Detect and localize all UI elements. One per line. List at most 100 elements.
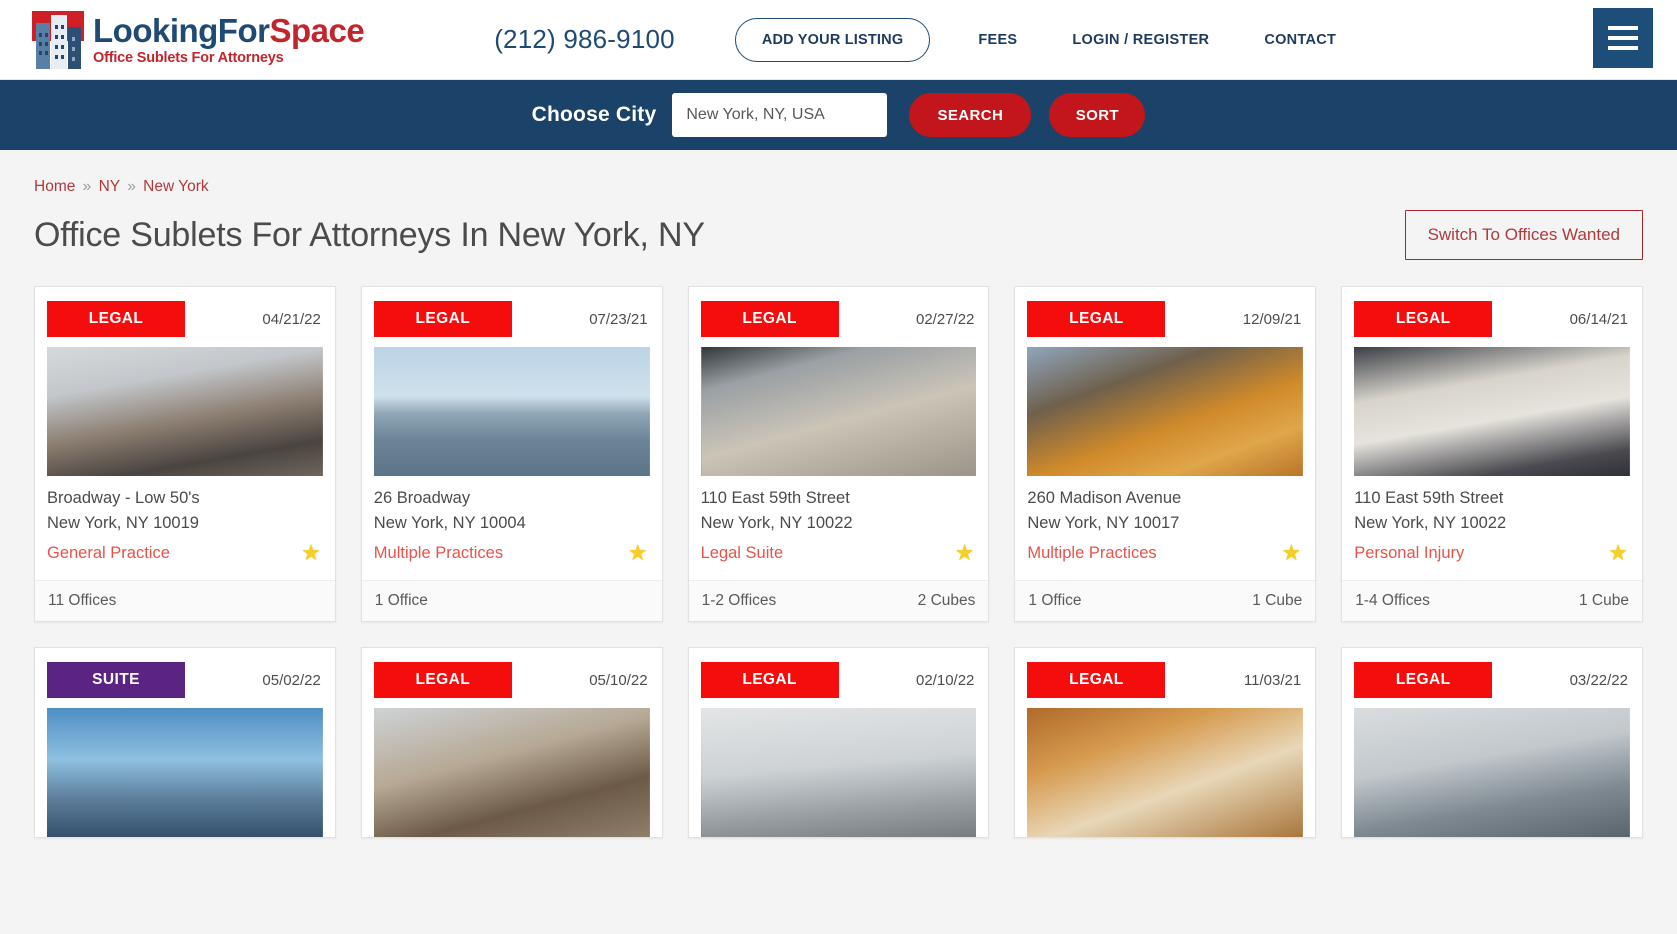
listing-card[interactable]: LEGAL 05/10/22 <box>360 647 663 839</box>
building-logo-icon <box>32 10 84 69</box>
listing-practice-type: Legal Suite <box>700 543 784 562</box>
page-title: Office Sublets For Attorneys In New York… <box>34 215 705 254</box>
listing-photo[interactable] <box>47 708 323 838</box>
page-header-row: Office Sublets For Attorneys In New York… <box>34 210 1643 260</box>
listing-details: 260 Madison Avenue New York, NY 10017 Mult… <box>1015 476 1315 568</box>
listing-footer: 1-4 Offices 1 Cube <box>1342 580 1642 622</box>
listing-date: 05/10/22 <box>589 671 648 689</box>
listing-practice-row: General Practice ★ <box>47 542 323 564</box>
header-phone-number[interactable]: (212) 986-9100 <box>494 24 675 55</box>
listing-card-header: LEGAL 04/21/22 <box>35 287 335 347</box>
hamburger-menu-icon[interactable] <box>1593 8 1653 68</box>
listing-badge: LEGAL <box>1354 301 1493 337</box>
listing-photo[interactable] <box>700 347 977 476</box>
breadcrumb-separator: » <box>82 178 92 195</box>
nav-item-fees[interactable]: FEES <box>978 32 1017 48</box>
logo-word-primary: LookingFor <box>93 11 270 49</box>
listing-details: Broadway - Low 50's New York, NY 10019 Gen… <box>35 476 335 568</box>
listing-address-line2: New York, NY 10022 <box>700 514 853 533</box>
listing-date: 05/02/22 <box>262 671 321 689</box>
listing-card[interactable]: LEGAL 02/27/22 110 East 59th Street New Yor… <box>687 286 990 623</box>
listing-address-line1: 26 Broadway <box>373 489 471 507</box>
featured-star-icon: ★ <box>1281 540 1302 566</box>
header-nav: FEES LOGIN / REGISTER CONTACT <box>978 32 1391 48</box>
site-logo[interactable]: LookingForSpace Office Sublets For Attor… <box>0 10 365 69</box>
listing-photo[interactable] <box>373 347 650 476</box>
listing-practice-type: Personal Injury <box>1354 543 1465 562</box>
listing-office-count: 1-2 Offices <box>701 592 777 610</box>
listing-date: 04/21/22 <box>262 310 321 328</box>
listing-address-line2: New York, NY 10019 <box>47 514 199 533</box>
listing-badge: LEGAL <box>1027 662 1166 699</box>
listing-practice-row: Multiple Practices ★ <box>374 542 650 564</box>
listing-card-header: LEGAL 07/23/21 <box>362 287 662 347</box>
listing-badge: SUITE <box>47 662 185 699</box>
listing-address-line2: New York, NY 10004 <box>373 514 526 533</box>
listing-photo[interactable] <box>1354 347 1630 476</box>
add-your-listing-button[interactable]: ADD YOUR LISTING <box>734 17 931 62</box>
listing-address-line1: 260 Madison Avenue <box>1027 489 1182 507</box>
listing-photo[interactable] <box>47 347 323 476</box>
featured-star-icon: ★ <box>954 540 975 566</box>
listing-date: 07/23/21 <box>589 310 648 328</box>
listing-card[interactable]: LEGAL 02/10/22 <box>687 647 990 839</box>
listing-badge: LEGAL <box>47 301 185 337</box>
logo-wordmark: LookingForSpace <box>93 11 365 49</box>
city-search-input[interactable] <box>672 93 888 137</box>
switch-to-offices-wanted-button[interactable]: Switch To Offices Wanted <box>1404 210 1643 260</box>
listing-card[interactable]: SUITE 05/02/22 <box>34 647 336 839</box>
nav-item-login-register[interactable]: LOGIN / REGISTER <box>1072 32 1209 48</box>
listing-details: 110 East 59th Street New York, NY 10022 Le… <box>689 476 989 568</box>
listing-practice-row: Multiple Practices ★ <box>1027 542 1303 564</box>
listing-footer: 1 Office <box>361 580 662 622</box>
listing-cube-count: 2 Cubes <box>917 592 976 610</box>
listing-date: 06/14/21 <box>1569 310 1628 328</box>
listing-card-header: LEGAL 02/27/22 <box>689 287 989 347</box>
listing-photo[interactable] <box>373 708 650 838</box>
listing-photo[interactable] <box>700 708 977 838</box>
listing-date: 03/22/22 <box>1569 671 1628 689</box>
listing-address-line2: New York, NY 10022 <box>1354 514 1507 533</box>
featured-star-icon: ★ <box>301 540 321 566</box>
listing-card[interactable]: LEGAL 07/23/21 26 Broadway New York, NY 100… <box>360 286 663 623</box>
search-button[interactable]: SEARCH <box>909 93 1032 137</box>
listing-footer: 1 Office 1 Cube <box>1015 580 1316 622</box>
listing-address-line1: 110 East 59th Street <box>700 489 850 507</box>
listing-footer: 1-2 Offices 2 Cubes <box>688 580 989 622</box>
listing-photo[interactable] <box>1027 347 1304 476</box>
listing-practice-type: Multiple Practices <box>1027 543 1157 562</box>
listing-badge: LEGAL <box>1354 662 1493 699</box>
listing-practice-type: Multiple Practices <box>373 543 504 562</box>
breadcrumb-city[interactable]: New York <box>143 178 208 195</box>
featured-star-icon: ★ <box>627 540 648 566</box>
sort-button[interactable]: SORT <box>1049 93 1146 137</box>
breadcrumb-state[interactable]: NY <box>99 178 120 195</box>
listing-address-line1: Broadway - Low 50's <box>47 489 200 507</box>
listing-card-header: LEGAL 06/14/21 <box>1342 287 1642 347</box>
listing-date: 12/09/21 <box>1242 310 1302 328</box>
breadcrumb-home[interactable]: Home <box>34 178 75 195</box>
listing-card[interactable]: LEGAL 03/22/22 <box>1341 647 1643 839</box>
listing-grid: LEGAL 04/21/22 Broadway - Low 50's New York… <box>34 286 1643 839</box>
listing-office-count: 1 Office <box>374 592 428 610</box>
listing-card-header: LEGAL 11/03/21 <box>1015 648 1315 708</box>
listing-cube-count: 1 Cube <box>1252 592 1303 610</box>
listing-card-header: LEGAL 02/10/22 <box>689 648 989 708</box>
listing-card[interactable]: LEGAL 06/14/21 110 East 59th Street New Yor… <box>1341 286 1643 623</box>
breadcrumb-separator: » <box>127 178 136 195</box>
listing-card[interactable]: LEGAL 11/03/21 <box>1014 647 1317 839</box>
main-content: Home » NY » New York Office Sublets For … <box>0 150 1677 839</box>
listing-office-count: 1-4 Offices <box>1355 592 1430 610</box>
listing-address-line2: New York, NY 10017 <box>1027 514 1180 533</box>
listing-details: 110 East 59th Street New York, NY 10022 Pe… <box>1342 476 1642 568</box>
nav-item-contact[interactable]: CONTACT <box>1264 32 1336 48</box>
listing-date: 02/27/22 <box>916 310 975 328</box>
listing-footer: 11 Offices <box>35 580 335 622</box>
listing-card[interactable]: LEGAL 12/09/21 260 Madison Avenue New York,… <box>1014 286 1317 623</box>
listing-photo[interactable] <box>1354 708 1630 838</box>
listing-practice-type: General Practice <box>47 543 170 562</box>
listing-card[interactable]: LEGAL 04/21/22 Broadway - Low 50's New York… <box>34 286 336 623</box>
listing-details: 26 Broadway New York, NY 10004 Multiple Pr… <box>362 476 662 568</box>
listing-photo[interactable] <box>1027 708 1304 838</box>
listing-card-header: SUITE 05/02/22 <box>35 648 335 708</box>
